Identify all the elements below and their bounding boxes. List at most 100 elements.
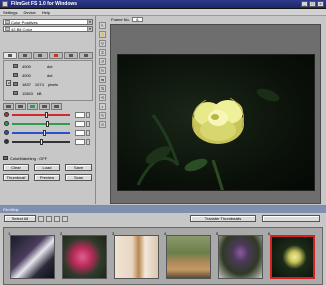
pointer-icon[interactable]: ↖	[99, 22, 106, 29]
zoom-icon[interactable]: ⚲	[99, 40, 106, 47]
delete-icon[interactable]	[62, 216, 68, 222]
thumbnail-image[interactable]	[270, 235, 315, 279]
menu-help[interactable]: Help	[42, 10, 50, 15]
green-channel-icon	[4, 121, 9, 126]
red-slider-thumb[interactable]	[44, 112, 48, 118]
scan-button[interactable]: Scan	[65, 174, 92, 181]
green-slider-track[interactable]	[12, 123, 70, 125]
tab-image-info[interactable]	[3, 52, 18, 59]
scan-icon	[68, 54, 73, 57]
image-info-box: ◄ 4000 dot 4000 dot 1837 1074 pixels 115…	[3, 60, 93, 101]
gray-slider-thumb[interactable]	[40, 139, 43, 145]
rose-photo	[136, 88, 280, 190]
app-icon	[2, 1, 8, 7]
thumbnail-2[interactable]: 2	[59, 231, 109, 281]
menu-device[interactable]: Device	[23, 10, 35, 15]
tab-curves[interactable]	[15, 103, 26, 110]
resolution-value-2: 1074	[34, 81, 44, 87]
red-spinner[interactable]	[86, 112, 90, 118]
title-bar: FilmGet FS 1.0 for Windows _ □ ×	[0, 0, 326, 9]
thumbnail-4[interactable]: 4	[163, 231, 213, 281]
color-mode-select[interactable]: 42-Bit Color ▼	[3, 26, 93, 32]
clear-button[interactable]: Clear	[3, 164, 29, 171]
thumbnail-image[interactable]	[166, 235, 211, 279]
filmstrip-panel: FilmStrip Select All Transfer Thumbnails…	[0, 205, 326, 285]
preview-area[interactable]	[110, 24, 321, 204]
tab-crop[interactable]	[18, 52, 33, 59]
save-button[interactable]: Save	[65, 164, 92, 171]
hue-icon	[42, 105, 47, 108]
resolution-unit: pixels	[47, 81, 59, 87]
red-slider-track[interactable]	[12, 114, 70, 116]
eyedropper-icon[interactable]: ✎	[99, 112, 106, 119]
colormatching-status[interactable]: ColorMatching : OFF	[3, 155, 47, 161]
film-type-select[interactable]: Color Positives ▼	[3, 19, 93, 25]
flip-icon[interactable]: ⇆	[99, 76, 106, 83]
tab-color-balance[interactable]	[27, 103, 38, 110]
frame-bar: Frame No. 6	[108, 16, 326, 23]
tab-levels[interactable]	[3, 103, 14, 110]
preview-image[interactable]	[117, 54, 315, 191]
slider-red	[3, 111, 93, 119]
green-slider-thumb[interactable]	[45, 121, 49, 127]
curves-icon	[18, 105, 23, 108]
thumbnail-image[interactable]	[62, 235, 107, 279]
thumbnail-image[interactable]	[218, 235, 263, 279]
rotate-180-icon[interactable]: ⟲	[99, 94, 106, 101]
tab-color[interactable]	[48, 52, 63, 59]
height-unit: dot	[46, 72, 53, 78]
flip-icon[interactable]	[46, 216, 52, 222]
green-value-field[interactable]	[75, 121, 85, 127]
chevron-down-icon[interactable]: ▼	[87, 27, 92, 31]
thumbnail-1[interactable]: 1	[7, 231, 57, 281]
red-value-field[interactable]	[75, 112, 85, 118]
lock-ratio-button[interactable]: ◄	[6, 80, 11, 86]
blue-slider-thumb[interactable]	[42, 130, 46, 136]
height-icon	[13, 73, 18, 77]
thumbnail-5[interactable]: 5	[215, 231, 265, 281]
tab-film[interactable]	[33, 52, 48, 59]
blue-value-field[interactable]	[75, 130, 85, 136]
transfer-thumbnails-button[interactable]: Transfer Thumbnails	[190, 215, 256, 222]
close-icon[interactable]: ×	[317, 1, 324, 7]
rotate-icon[interactable]	[38, 216, 44, 222]
frame-label: Frame No.	[111, 17, 130, 22]
blue-slider-track[interactable]	[12, 132, 70, 134]
select-all-button[interactable]: Select All	[4, 215, 36, 222]
thumbnail-image[interactable]	[10, 235, 55, 279]
blue-spinner[interactable]	[86, 130, 90, 136]
thumbnail-button[interactable]: Thumbnail	[3, 174, 29, 181]
auto-exposure-icon[interactable]: ◐	[99, 103, 106, 110]
tab-sharpen[interactable]	[51, 103, 62, 110]
color-sliders	[3, 111, 93, 149]
rotate-left-icon[interactable]: ↺	[99, 58, 106, 65]
crop-icon[interactable]: ⌗	[99, 49, 106, 56]
preview-button[interactable]: Preview	[34, 174, 60, 181]
chevron-down-icon[interactable]: ▼	[87, 20, 92, 24]
thumbnail-3[interactable]: 3	[111, 231, 161, 281]
color-balance-icon	[30, 105, 35, 108]
green-spinner[interactable]	[86, 121, 90, 127]
hand-icon[interactable]: ✋	[99, 31, 106, 38]
resolution-value: 1837	[22, 81, 31, 87]
window-title: FilmGet FS 1.0 for Windows	[11, 1, 78, 7]
frame-number-field[interactable]: 6	[131, 17, 143, 22]
levels-icon	[6, 105, 11, 108]
settings-tabs	[3, 52, 94, 59]
colormatching-icon	[3, 156, 8, 160]
maximize-icon[interactable]: □	[309, 1, 316, 7]
load-button[interactable]: Load	[34, 164, 60, 171]
tab-hue[interactable]	[39, 103, 50, 110]
menu-settings[interactable]: Settings	[3, 10, 17, 15]
thumbnail-image[interactable]	[114, 235, 159, 279]
tab-options[interactable]	[78, 52, 94, 59]
minimize-icon[interactable]: _	[301, 1, 308, 7]
mirror-icon[interactable]: ⇅	[99, 85, 106, 92]
rotate-right-icon[interactable]: ↻	[99, 67, 106, 74]
tab-scan[interactable]	[63, 52, 78, 59]
focus-icon[interactable]: ⊙	[99, 121, 106, 128]
gray-spinner[interactable]	[86, 139, 90, 145]
thumbnail-6[interactable]: 6	[267, 231, 317, 281]
gray-value-field[interactable]	[75, 139, 85, 145]
folder-icon[interactable]	[54, 216, 60, 222]
